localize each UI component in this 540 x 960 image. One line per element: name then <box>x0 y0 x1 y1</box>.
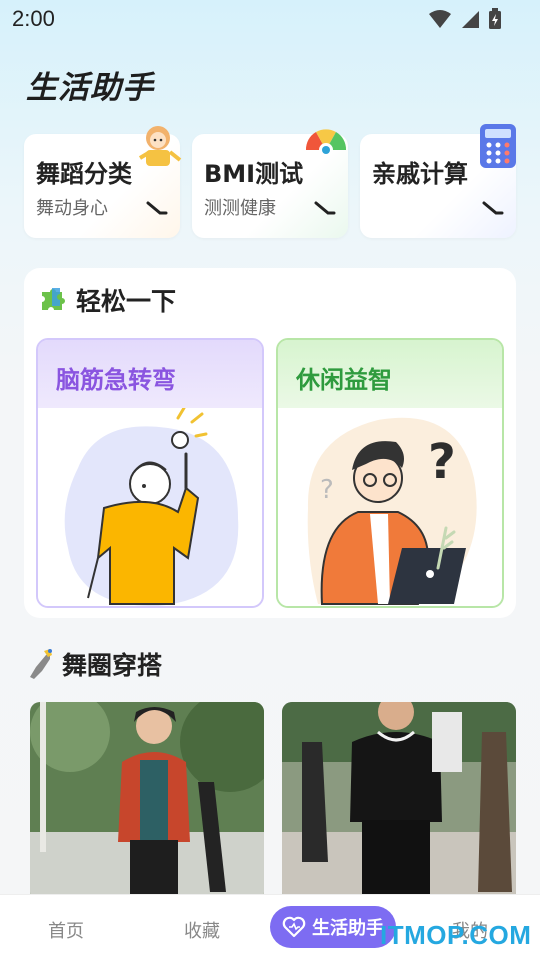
heart-icon <box>282 916 306 938</box>
status-icons <box>428 8 502 30</box>
wifi-icon <box>429 10 451 28</box>
nav-favorites[interactable]: 收藏 <box>184 917 220 943</box>
relax-title-text: 轻松一下 <box>76 287 177 316</box>
thinking-student-illustration: ? ? <box>278 408 502 606</box>
status-bar: 2:00 <box>0 0 540 40</box>
calculator-icon <box>480 124 516 168</box>
outfit-photo-image <box>282 702 516 902</box>
svg-text:?: ? <box>320 475 334 505</box>
nav-home[interactable]: 首页 <box>48 917 84 943</box>
battery-icon <box>489 8 501 29</box>
nav-life-assistant-active[interactable]: 生活助手 <box>270 906 396 948</box>
signal-icon <box>462 11 479 28</box>
dancer-doll-icon <box>138 126 182 166</box>
relax-section: 轻松一下 脑筋急转弯 休闲益智 ? ? <box>24 268 516 618</box>
card-title: 休闲益智 <box>296 366 392 394</box>
nav-active-label: 生活助手 <box>312 918 384 939</box>
outfit-photo-2[interactable] <box>282 702 516 902</box>
card-subtitle: 舞动身心 <box>36 198 108 219</box>
card-title: 脑筋急转弯 <box>56 366 176 394</box>
card-title: BMI测试 <box>204 160 304 188</box>
relative-calc-card[interactable]: 亲戚计算 <box>360 124 516 238</box>
card-title: 舞蹈分类 <box>36 160 132 188</box>
brain-teaser-card[interactable]: 脑筋急转弯 <box>36 338 264 608</box>
relax-section-title: 轻松一下 <box>38 282 176 318</box>
dancing-shoe-icon <box>30 649 52 679</box>
status-time: 2:00 <box>12 6 55 31</box>
gauge-icon <box>305 129 347 157</box>
outfit-title-text: 舞圈穿搭 <box>62 651 163 680</box>
bmi-test-card[interactable]: BMI测试 测测健康 <box>192 129 348 238</box>
thinking-person-illustration <box>38 408 262 606</box>
arrow-icon <box>314 201 336 215</box>
leisure-puzzle-card[interactable]: 休闲益智 ? ? <box>276 338 504 608</box>
svg-text:?: ? <box>428 434 456 490</box>
outfit-section-title: 舞圈穿搭 <box>26 646 162 682</box>
dance-category-card[interactable]: 舞蹈分类 舞动身心 <box>24 126 182 238</box>
page-title: 生活助手 <box>26 70 154 106</box>
outfit-photo-1[interactable] <box>30 702 264 902</box>
arrow-icon <box>482 201 504 215</box>
puzzle-icon <box>42 288 65 310</box>
watermark: ITMOP.COM <box>380 920 532 950</box>
card-subtitle: 测测健康 <box>204 198 276 219</box>
outfit-photo-image <box>30 702 264 902</box>
arrow-icon <box>146 201 168 215</box>
card-title: 亲戚计算 <box>372 160 468 188</box>
